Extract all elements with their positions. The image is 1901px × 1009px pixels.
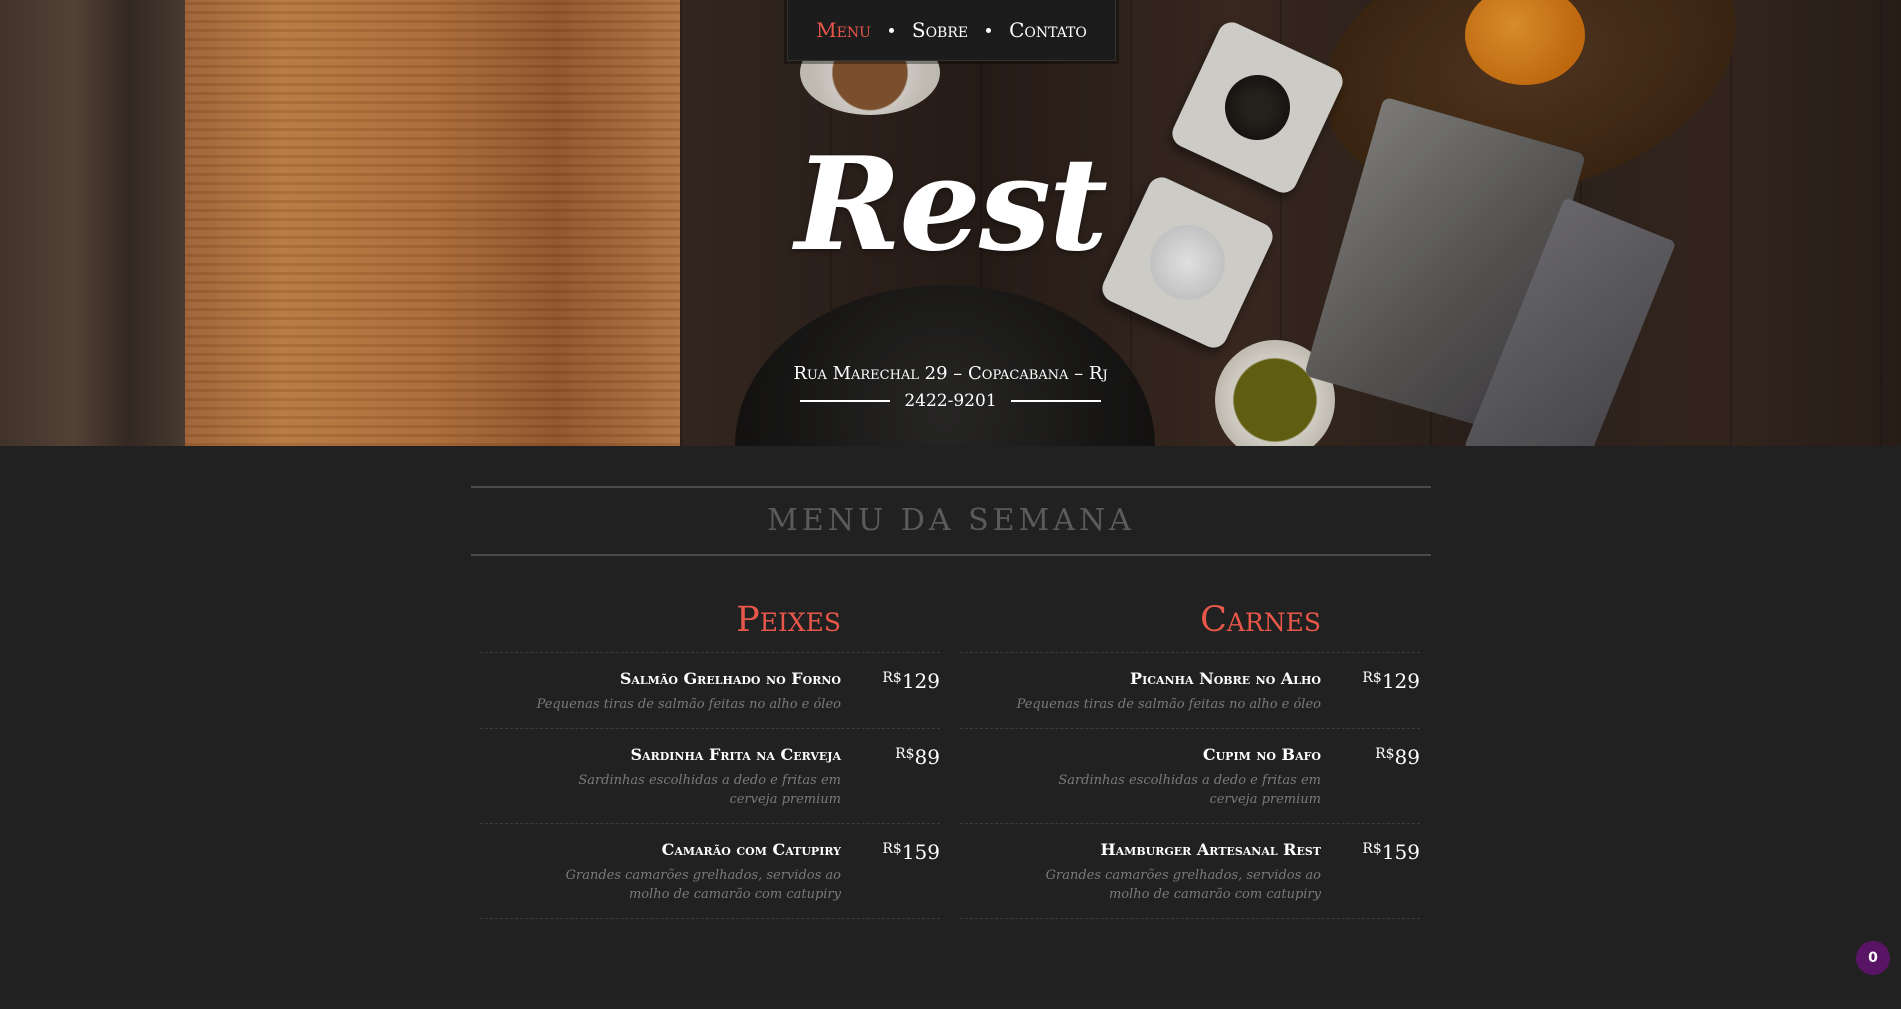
dish-description: Pequenas tiras de salmão feitas no alho … <box>1016 697 1321 712</box>
dish-price: R$129 <box>1340 669 1420 693</box>
dish-description: Grandes camarões grelhados, servidos ao … <box>565 868 841 902</box>
hero-banner: Rest Rua Marechal 29 – Copacabana – Rj 2… <box>0 0 1901 446</box>
dish-description: Sardinhas escolhidas a dedo e fritas em … <box>1058 773 1321 807</box>
menu-item: Camarão com Catupiry Grandes camarões gr… <box>480 823 940 919</box>
dish-price: R$89 <box>1340 745 1420 769</box>
dish-description: Sardinhas escolhidas a dedo e fritas em … <box>578 773 841 807</box>
restaurant-phone: 2422-9201 <box>904 391 997 411</box>
menu-section-title: MENU DA SEMANA <box>471 486 1431 556</box>
menu-item: Sardinha Frita na Cerveja Sardinhas esco… <box>480 728 940 823</box>
nav-separator <box>986 27 992 33</box>
dish-price: R$89 <box>860 745 940 769</box>
dish-name: Picanha Nobre no Alho <box>1130 669 1321 688</box>
menu-item: Cupim no Bafo Sardinhas escolhidas a ded… <box>960 728 1420 823</box>
menu-column-carnes: Carnes Picanha Nobre no Alho Pequenas ti… <box>960 594 1420 919</box>
menu-item: Salmão Grelhado no Forno Pequenas tiras … <box>480 652 940 728</box>
price-value: 89 <box>914 745 940 769</box>
currency-symbol: R$ <box>882 670 902 686</box>
dish-price: R$159 <box>1340 840 1420 864</box>
currency-symbol: R$ <box>1362 670 1382 686</box>
price-value: 159 <box>901 840 940 864</box>
dish-price: R$129 <box>860 669 940 693</box>
divider-line <box>800 400 891 402</box>
nav-separator <box>888 27 894 33</box>
dish-price: R$159 <box>860 840 940 864</box>
site-logo[interactable]: Rest <box>0 130 1901 280</box>
phone-row: 2422-9201 <box>0 391 1901 411</box>
price-value: 89 <box>1394 745 1420 769</box>
dish-name: Hamburger Artesanal Rest <box>1100 840 1321 859</box>
currency-symbol: R$ <box>1362 841 1382 857</box>
divider-line <box>1010 400 1101 402</box>
notification-badge[interactable]: 0 <box>1856 941 1890 975</box>
currency-symbol: R$ <box>1375 746 1395 762</box>
category-title: Carnes <box>1200 600 1321 640</box>
dish-name: Salmão Grelhado no Forno <box>619 669 841 688</box>
nav-link-sobre[interactable]: Sobre <box>912 18 968 42</box>
nav-link-menu[interactable]: Menu <box>816 18 871 42</box>
restaurant-address: Rua Marechal 29 – Copacabana – Rj <box>793 363 1108 384</box>
dish-name: Cupim no Bafo <box>1202 745 1321 764</box>
menu-column-peixes: Peixes Salmão Grelhado no Forno Pequenas… <box>480 594 940 919</box>
price-value: 129 <box>901 669 940 693</box>
currency-symbol: R$ <box>882 841 902 857</box>
menu-item: Picanha Nobre no Alho Pequenas tiras de … <box>960 652 1420 728</box>
nav-link-contato[interactable]: Contato <box>1009 18 1087 42</box>
price-value: 129 <box>1381 669 1420 693</box>
dish-name: Sardinha Frita na Cerveja <box>630 745 842 764</box>
dish-name: Camarão com Catupiry <box>661 840 841 859</box>
dish-description: Grandes camarões grelhados, servidos ao … <box>1045 868 1321 902</box>
top-nav: Menu Sobre Contato <box>787 0 1116 61</box>
category-title: Peixes <box>736 600 841 640</box>
dish-description: Pequenas tiras de salmão feitas no alho … <box>536 697 841 712</box>
price-value: 159 <box>1381 840 1420 864</box>
currency-symbol: R$ <box>895 746 915 762</box>
menu-item: Hamburger Artesanal Rest Grandes camarõe… <box>960 823 1420 919</box>
